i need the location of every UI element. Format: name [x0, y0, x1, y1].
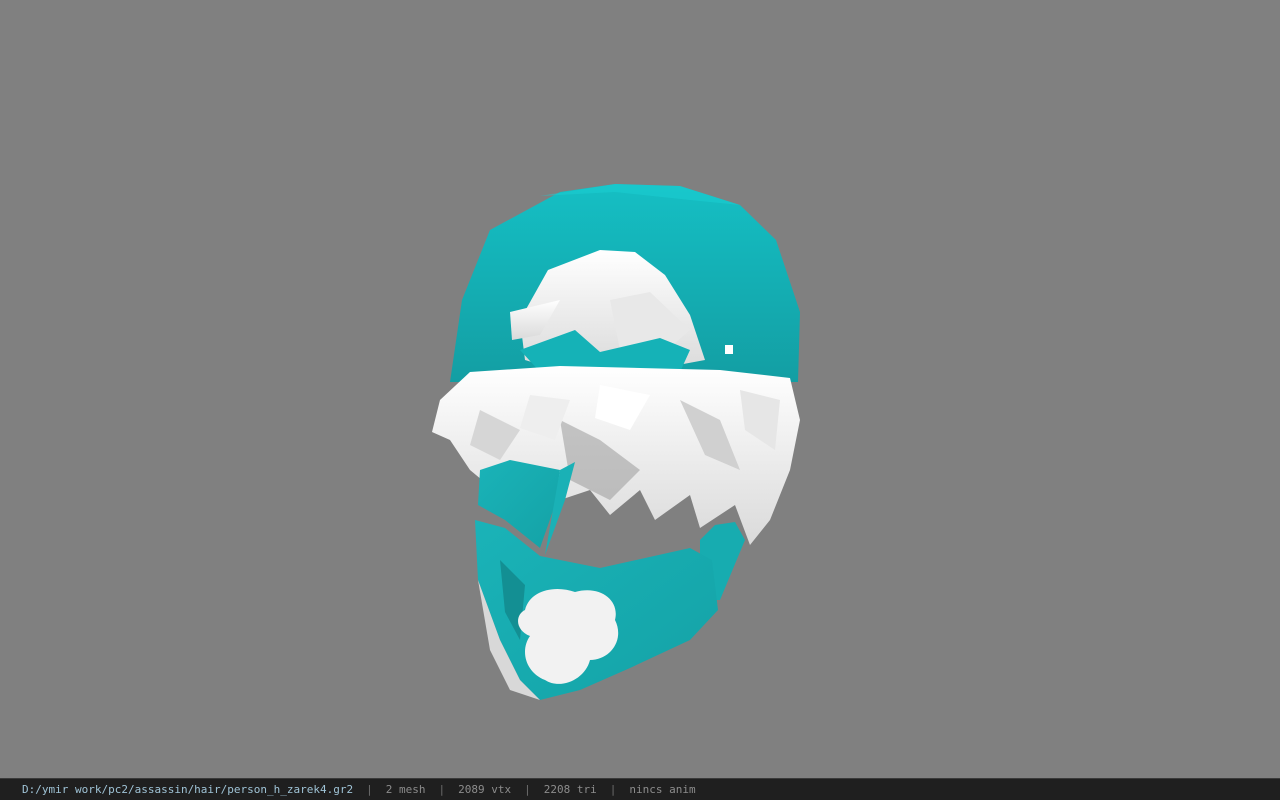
- mesh-count: 2 mesh: [385, 783, 426, 796]
- status-bar: D:/ymir work/pc2/assassin/hair/person_h_…: [0, 778, 1280, 800]
- separator: |: [366, 783, 373, 796]
- file-path: D:/ymir work/pc2/assassin/hair/person_h_…: [22, 783, 354, 796]
- triangle-count: 2208 tri: [543, 783, 597, 796]
- vertex-count: 2089 vtx: [458, 783, 512, 796]
- model-viewport[interactable]: [0, 0, 1280, 778]
- hair-fringe: [432, 366, 800, 545]
- separator: |: [438, 783, 446, 796]
- separator: |: [609, 783, 617, 796]
- anim-status: nincs anim: [629, 783, 696, 796]
- separator: |: [524, 783, 531, 796]
- model-render: [432, 184, 800, 700]
